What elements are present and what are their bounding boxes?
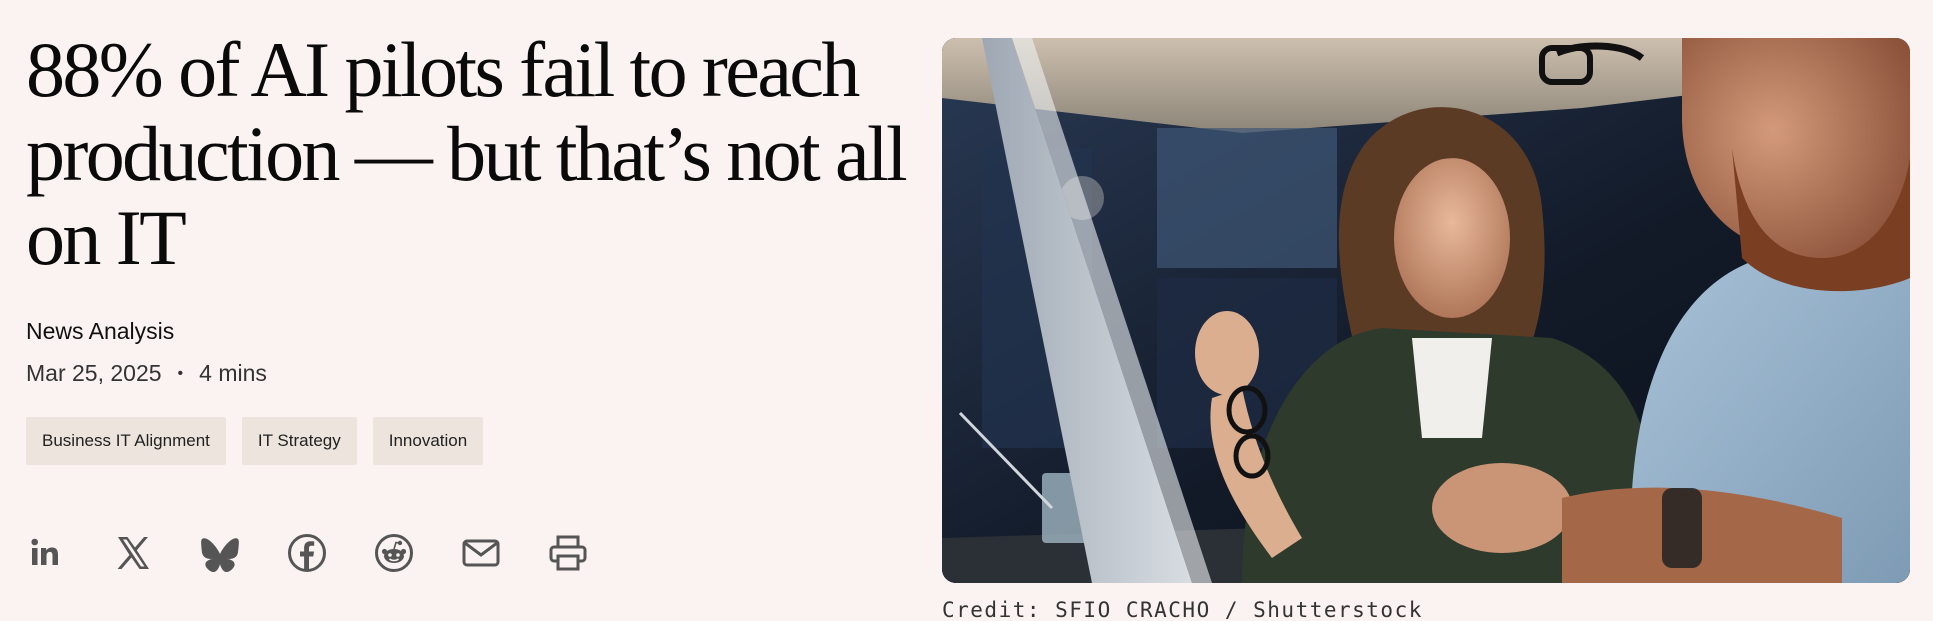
tag-it-strategy[interactable]: IT Strategy (241, 417, 357, 465)
share-bar (26, 533, 588, 573)
meta-separator: • (177, 364, 184, 382)
article-type: News Analysis (26, 318, 175, 344)
tag-list: Business IT Alignment IT Strategy Innova… (26, 417, 484, 465)
linkedin-icon[interactable] (26, 533, 66, 573)
tag-innovation[interactable]: Innovation (372, 417, 484, 465)
headline: 88% of AI pilots fail to reach productio… (26, 26, 908, 281)
email-icon[interactable] (461, 533, 501, 573)
reddit-icon[interactable] (374, 533, 414, 573)
hero-image (942, 38, 1910, 583)
x-icon[interactable] (113, 533, 153, 573)
facebook-icon[interactable] (287, 533, 327, 573)
article-meta: Mar 25, 2025 • 4 mins (26, 360, 267, 387)
tag-business-it-alignment[interactable]: Business IT Alignment (26, 417, 226, 465)
publish-date: Mar 25, 2025 (26, 360, 162, 386)
image-credit: Credit: SFIO CRACHO / Shutterstock (942, 598, 1423, 621)
read-time: 4 mins (199, 360, 267, 386)
print-icon[interactable] (548, 533, 588, 573)
article-info: 88% of AI pilots fail to reach productio… (26, 26, 926, 573)
bluesky-icon[interactable] (200, 533, 240, 573)
article-header: 88% of AI pilots fail to reach productio… (0, 0, 1933, 621)
